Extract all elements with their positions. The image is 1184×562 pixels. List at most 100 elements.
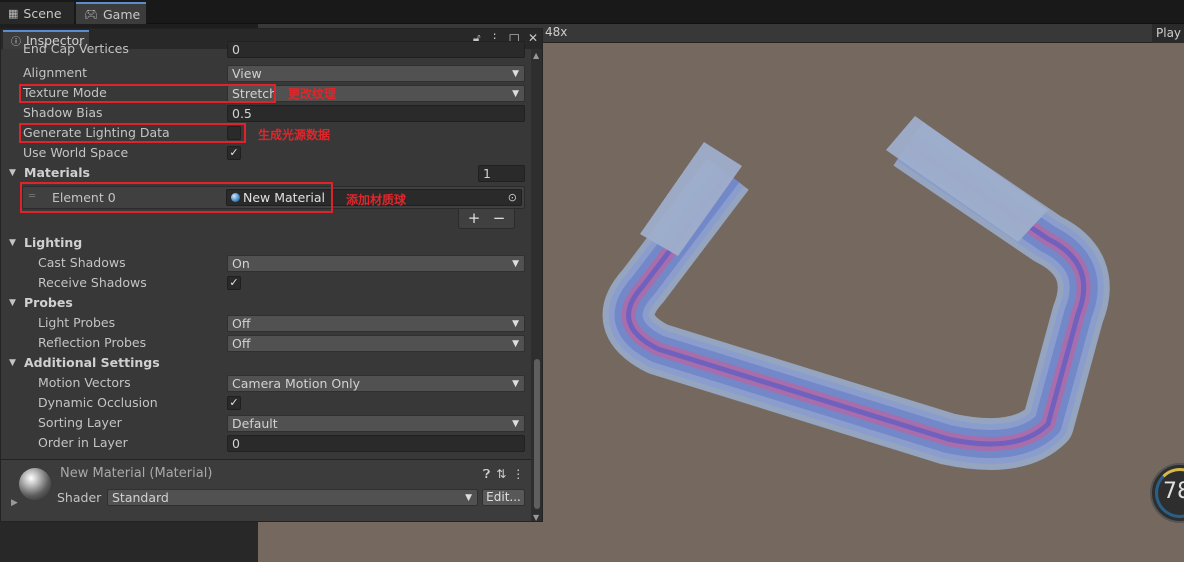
- remove-element-button[interactable]: −: [488, 209, 510, 229]
- reflection-probes-dropdown[interactable]: Off ▼: [227, 335, 525, 352]
- sorting-layer-dropdown[interactable]: Default ▼: [227, 415, 525, 432]
- texture-mode-label: Texture Mode: [23, 85, 107, 100]
- chevron-down-icon: ▼: [512, 89, 519, 99]
- edit-shader-button[interactable]: Edit...: [482, 489, 525, 506]
- shadow-bias-field[interactable]: 0.5: [227, 105, 525, 122]
- receive-shadows-label: Receive Shadows: [38, 275, 147, 290]
- chevron-down-icon: ▼: [512, 419, 519, 429]
- shadow-bias-label: Shadow Bias: [23, 105, 103, 120]
- left-panel-bottom: [0, 520, 258, 562]
- gauge-value: 78: [1163, 479, 1184, 504]
- material-object-value: New Material: [243, 190, 326, 205]
- add-element-button[interactable]: +: [463, 209, 485, 229]
- tab-game[interactable]: 🎮︎ Game: [76, 2, 146, 24]
- shader-dropdown[interactable]: Standard ▼: [107, 489, 478, 506]
- texture-mode-value: Stretch: [232, 86, 278, 101]
- foldout-closed-icon[interactable]: ▶: [11, 498, 18, 508]
- chevron-down-icon: ▼: [465, 493, 472, 503]
- motion-vectors-value: Camera Motion Only: [232, 376, 361, 391]
- order-in-layer-label: Order in Layer: [38, 435, 128, 450]
- tab-game-label: Game: [102, 6, 141, 22]
- materials-section[interactable]: ▼ Materials 1: [1, 163, 531, 183]
- shader-label: Shader: [57, 490, 102, 505]
- dynamic-occlusion-label: Dynamic Occlusion: [38, 395, 158, 410]
- alignment-value: View: [232, 66, 262, 81]
- texture-mode-row: Texture Mode Stretch ▼: [1, 83, 531, 103]
- inspector-scrollbar[interactable]: ▲ ▼: [531, 49, 542, 521]
- foldout-open-icon: ▼: [9, 168, 16, 178]
- materials-section-label: Materials: [24, 165, 90, 180]
- scroll-down-icon[interactable]: ▼: [533, 513, 539, 521]
- end-cap-vertices-field[interactable]: 0: [227, 41, 525, 58]
- foldout-open-icon: ▼: [9, 298, 16, 308]
- probes-section-label: Probes: [24, 295, 73, 310]
- lighting-section[interactable]: ▼ Lighting: [1, 233, 531, 253]
- generate-lighting-data-checkbox[interactable]: [227, 126, 241, 140]
- light-probes-label: Light Probes: [38, 315, 116, 330]
- motion-vectors-label: Motion Vectors: [38, 375, 131, 390]
- material-preview-sphere: [19, 468, 51, 500]
- probes-section[interactable]: ▼ Probes: [1, 293, 531, 313]
- sorting-layer-row: Sorting Layer Default ▼: [1, 413, 531, 433]
- cast-shadows-row: Cast Shadows On ▼: [1, 253, 531, 273]
- chevron-down-icon: ▼: [512, 319, 519, 329]
- light-probes-value: Off: [232, 316, 251, 331]
- order-in-layer-row: Order in Layer 0: [1, 433, 531, 453]
- chevron-down-icon: ▼: [512, 379, 519, 389]
- scroll-up-icon[interactable]: ▲: [533, 51, 539, 60]
- additional-settings-section[interactable]: ▼ Additional Settings: [1, 353, 531, 373]
- reflection-probes-value: Off: [232, 336, 251, 351]
- sorting-layer-value: Default: [232, 416, 278, 431]
- end-cap-vertices-row: End Cap Vertices 0: [1, 41, 531, 63]
- drag-handle-icon[interactable]: ═: [29, 191, 35, 202]
- order-in-layer-field[interactable]: 0: [227, 435, 525, 452]
- shader-value: Standard: [112, 490, 169, 505]
- reflection-probes-row: Reflection Probes Off ▼: [1, 333, 531, 353]
- inspector-panel: ⓘ Inspector 🔓︎ ⋮ □ ✕ ▲ ▼ End Cap Vertice…: [0, 28, 543, 522]
- use-world-space-checkbox[interactable]: ✓: [227, 146, 241, 160]
- tab-scene[interactable]: ▦ Scene: [0, 2, 74, 24]
- material-title: New Material (Material): [60, 466, 213, 481]
- chevron-down-icon: ▼: [512, 259, 519, 269]
- foldout-open-icon: ▼: [9, 238, 16, 248]
- material-element-row: ═ Element 0 New Material ⊙: [22, 186, 525, 209]
- gamepad-icon: 🎮︎: [84, 7, 98, 21]
- materials-size-field[interactable]: 1: [478, 165, 525, 182]
- cast-shadows-label: Cast Shadows: [38, 255, 126, 270]
- additional-settings-label: Additional Settings: [24, 355, 160, 370]
- annotation-add-material: 添加材质球: [346, 193, 407, 207]
- chevron-down-icon: ▼: [512, 69, 519, 79]
- receive-shadows-checkbox[interactable]: ✓: [227, 276, 241, 290]
- reflection-probes-label: Reflection Probes: [38, 335, 147, 350]
- alignment-dropdown[interactable]: View ▼: [227, 65, 525, 82]
- list-add-remove: + −: [458, 209, 515, 229]
- annotation-texture-mode: 更改纹理: [288, 87, 337, 101]
- cast-shadows-dropdown[interactable]: On ▼: [227, 255, 525, 272]
- chevron-down-icon: ▼: [512, 339, 519, 349]
- object-picker-icon[interactable]: ⊙: [508, 190, 517, 206]
- shadow-bias-row: Shadow Bias 0.5: [1, 103, 531, 123]
- material-icon: [231, 193, 240, 202]
- motion-vectors-dropdown[interactable]: Camera Motion Only ▼: [227, 375, 525, 392]
- settings-sliders-icon[interactable]: ⇅: [496, 467, 506, 482]
- end-cap-vertices-label: End Cap Vertices: [23, 41, 129, 56]
- help-icon[interactable]: ❓︎: [483, 467, 490, 482]
- element-0-label: Element 0: [52, 190, 116, 205]
- alignment-label: Alignment: [23, 65, 88, 80]
- dynamic-occlusion-checkbox[interactable]: ✓: [227, 396, 241, 410]
- sorting-layer-label: Sorting Layer: [38, 415, 122, 430]
- use-world-space-label: Use World Space: [23, 145, 129, 160]
- lighting-section-label: Lighting: [24, 235, 83, 250]
- cast-shadows-value: On: [232, 256, 250, 271]
- more-menu-icon[interactable]: ⋮: [512, 467, 524, 482]
- scroll-thumb[interactable]: [534, 359, 540, 509]
- top-tab-bar: ▦ Scene 🎮︎ Game: [0, 0, 1184, 24]
- receive-shadows-row: Receive Shadows ✓: [1, 273, 531, 293]
- dynamic-occlusion-row: Dynamic Occlusion ✓: [1, 393, 531, 413]
- texture-mode-dropdown[interactable]: Stretch ▼: [227, 85, 525, 102]
- use-world-space-row: Use World Space ✓: [1, 143, 531, 163]
- tab-scene-label: Scene: [23, 5, 62, 21]
- light-probes-dropdown[interactable]: Off ▼: [227, 315, 525, 332]
- grid-icon: ▦: [8, 6, 19, 20]
- alignment-row: Alignment View ▼: [1, 63, 531, 83]
